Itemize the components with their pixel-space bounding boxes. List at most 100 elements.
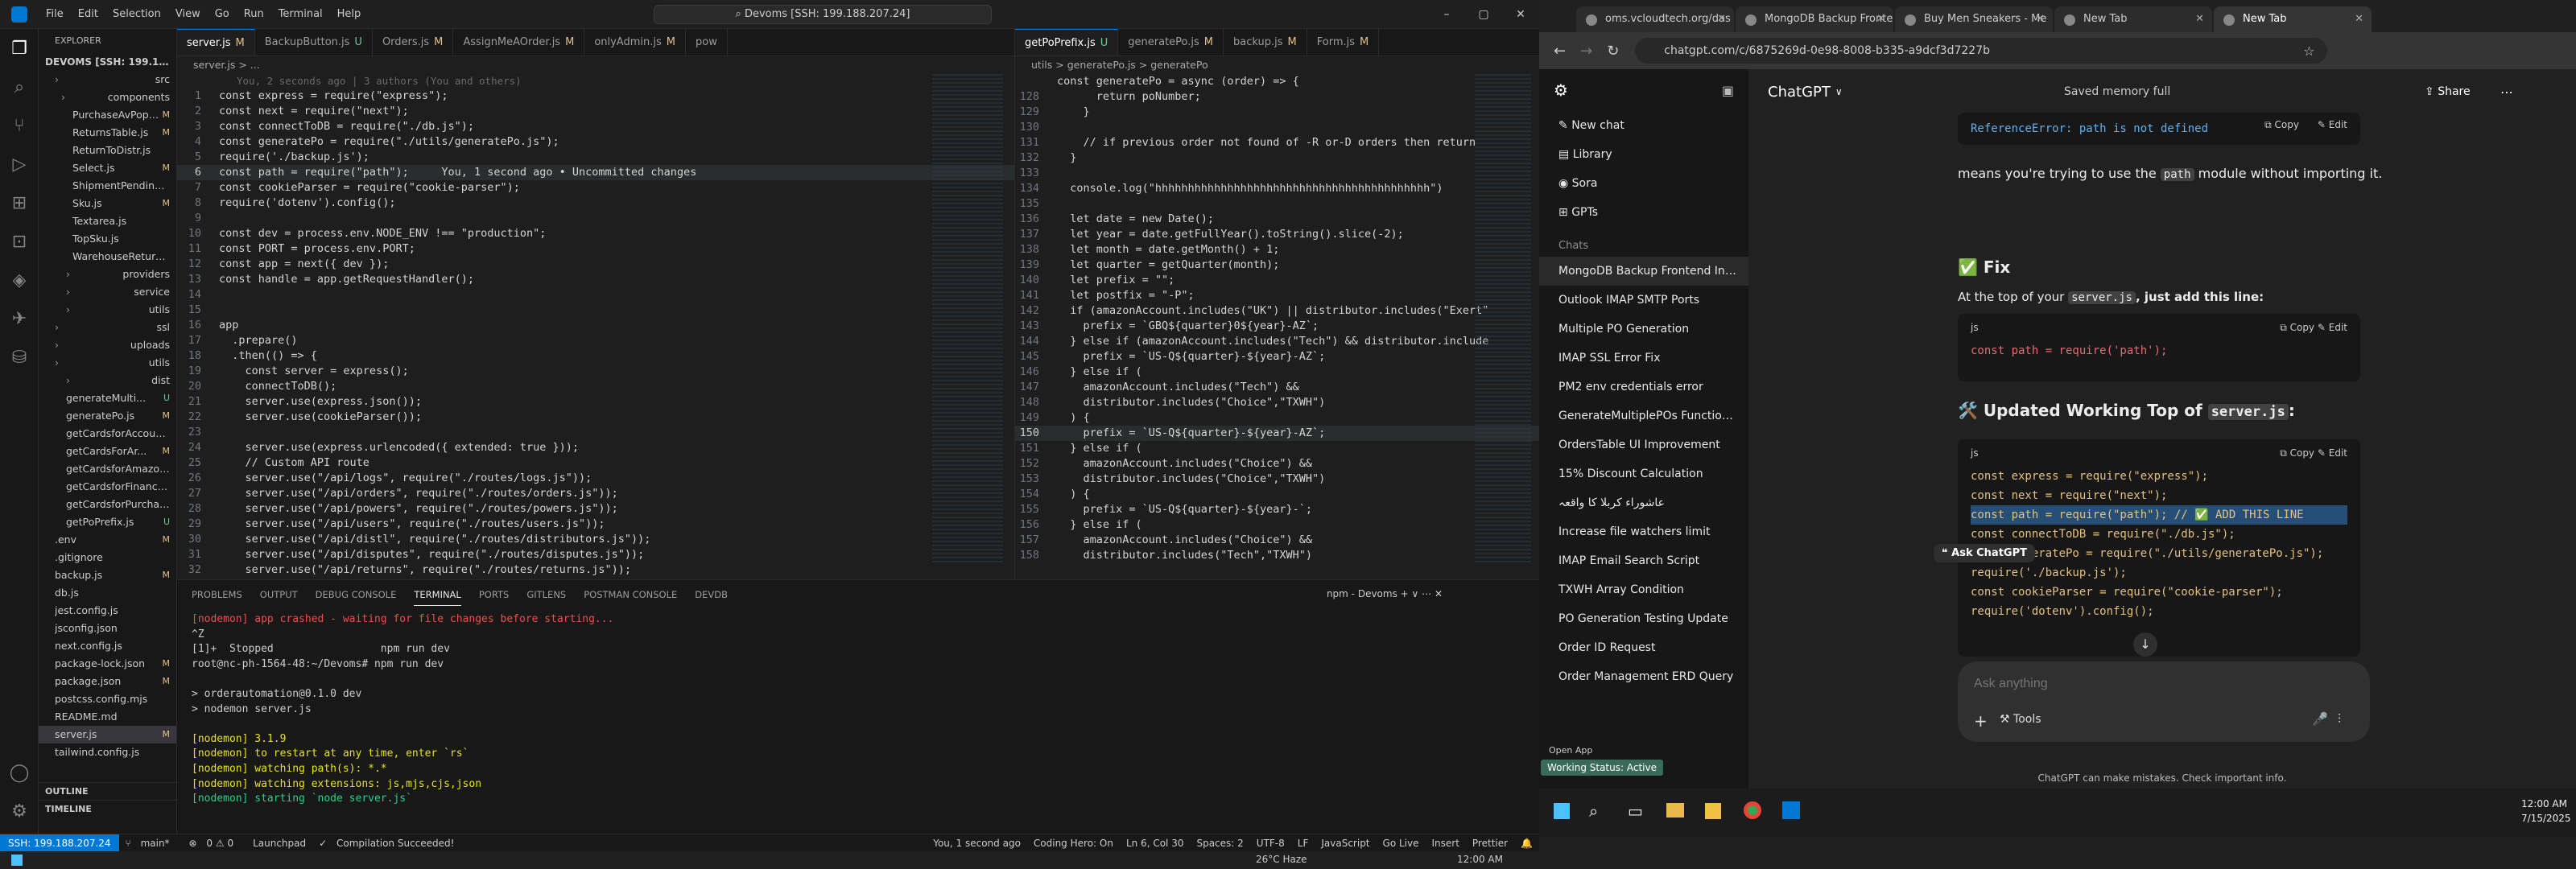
gear-icon[interactable]: ⚙ <box>0 792 39 830</box>
file-tree-item[interactable]: › utils <box>39 301 176 319</box>
openai-logo-icon[interactable]: ⚙ <box>1554 80 1568 100</box>
file-tree-item[interactable]: tailwind.config.js <box>39 743 176 761</box>
go-live[interactable]: Go Live <box>1383 838 1419 849</box>
file-tree-item[interactable]: › components <box>39 89 176 106</box>
file-tree-item[interactable]: package-lock.json M <box>39 655 176 673</box>
compile-status[interactable]: ✓ Compilation Succeeded! <box>319 838 460 849</box>
file-tree-item[interactable]: jsconfig.json <box>39 620 176 637</box>
back-icon[interactable]: ← <box>1554 43 1566 60</box>
source-control-icon[interactable]: ⑂ <box>0 106 39 145</box>
gitlens-icon[interactable]: ◈ <box>0 261 39 299</box>
chat-history-item[interactable]: 15% Discount Calculation <box>1539 459 1748 488</box>
insert-mode[interactable]: Insert <box>1431 838 1459 849</box>
file-tree-item[interactable]: getCardsforFinance.js <box>39 478 176 496</box>
editor-tab[interactable]: AssignMeAOrder.js M <box>453 29 585 56</box>
close-icon[interactable]: ✕ <box>2195 6 2204 32</box>
file-tree-item[interactable]: server.js M <box>39 726 176 743</box>
chat-history-item[interactable]: GenerateMultiplePOs Function ... <box>1539 402 1748 430</box>
chat-history-item[interactable]: Increase file watchers limit <box>1539 517 1748 546</box>
panel-tab[interactable]: POSTMAN CONSOLE <box>584 589 677 600</box>
menu-item[interactable]: Edit <box>71 8 105 20</box>
file-tree-item[interactable]: .gitignore <box>39 549 176 566</box>
file-tree-item[interactable]: › ssl <box>39 319 176 336</box>
file-tree-item[interactable]: backup.js M <box>39 566 176 584</box>
remote-explorer-icon[interactable]: ⊡ <box>0 222 39 261</box>
plus-icon[interactable]: + <box>1974 711 1988 731</box>
file-tree-item[interactable]: db.js <box>39 584 176 602</box>
coding-hero-status[interactable]: Coding Hero: On <box>1034 838 1113 849</box>
chat-history-item[interactable]: عاشوراء کربلا کا واقعہ <box>1539 488 1748 517</box>
copy-button[interactable]: ⧉ Copy <box>2280 322 2314 333</box>
tray-date[interactable]: 7/15/2025 <box>2521 813 2571 824</box>
chat-history-item[interactable]: Outlook IMAP SMTP Ports <box>1539 286 1748 315</box>
open-app-button[interactable]: Open App <box>1549 745 1592 756</box>
search-icon[interactable]: ⌕ <box>1589 801 1598 821</box>
chat-history-item[interactable]: Multiple PO Generation <box>1539 315 1748 344</box>
explorer-icon[interactable]: ❐ <box>0 29 39 68</box>
encoding[interactable]: UTF-8 <box>1257 838 1285 849</box>
sidebar-toggle-icon[interactable]: ▣ <box>1722 83 1734 98</box>
browser-tab[interactable]: oms.vcloudtech.org/das ✕ <box>1576 6 1734 32</box>
breadcrumb-right[interactable]: utils > generatePo.js > generatePo <box>1015 56 1539 74</box>
edit-button[interactable]: ✎ Edit <box>2318 322 2347 333</box>
model-selector[interactable]: ChatGPT <box>1768 84 1831 101</box>
chat-history-item[interactable]: IMAP SSL Error Fix <box>1539 344 1748 373</box>
extensions-icon[interactable]: ⊞ <box>0 183 39 222</box>
message-input[interactable] <box>1974 673 2312 695</box>
maximize-icon[interactable]: ▢ <box>1465 0 1502 29</box>
more-options-icon[interactable]: ⋯ <box>2500 84 2513 100</box>
file-tree-item[interactable]: › utils <box>39 354 176 372</box>
tray-time[interactable]: 12:00 AM <box>1457 854 1503 865</box>
tray-time[interactable]: 12:00 AM <box>2521 798 2567 809</box>
editor-tab[interactable]: generatePo.js M <box>1118 29 1224 56</box>
file-tree-item[interactable]: TopSku.js <box>39 230 176 248</box>
file-tree-item[interactable]: getCardsforPurchasi... <box>39 496 176 513</box>
minimap-right[interactable] <box>1475 74 1531 565</box>
editor-tab[interactable]: BackupButton.js U <box>255 29 373 56</box>
search-icon[interactable]: ⌕ <box>0 68 39 106</box>
panel-tab[interactable]: PORTS <box>479 589 509 600</box>
panel-tab[interactable]: DEVDB <box>695 589 728 600</box>
edit-button[interactable]: ✎ Edit <box>2318 119 2347 130</box>
file-tree-item[interactable]: Sku.js M <box>39 195 176 212</box>
chat-history-item[interactable]: OrdersTable UI Improvement <box>1539 430 1748 459</box>
close-icon[interactable]: ✕ <box>1717 6 1726 32</box>
menu-item[interactable]: File <box>39 8 71 20</box>
editor-tab[interactable]: backup.js M <box>1224 29 1307 56</box>
editor-tab[interactable]: onlyAdmin.js M <box>584 29 686 56</box>
browser-tab[interactable]: New Tab ✕ <box>2054 6 2212 32</box>
file-tree-item[interactable]: getPoPrefix.js U <box>39 513 176 531</box>
menu-item[interactable]: Terminal <box>271 8 330 20</box>
vscode-icon[interactable] <box>1782 801 1800 819</box>
file-tree-item[interactable]: ReturnsTable.js M <box>39 124 176 142</box>
chat-history-item[interactable]: TXWH Array Condition <box>1539 575 1748 604</box>
panel-tab[interactable]: PROBLEMS <box>192 589 242 600</box>
command-center[interactable]: ⌕ Devoms [SSH: 199.188.207.24] <box>654 5 992 24</box>
forward-icon[interactable]: → <box>1580 43 1592 60</box>
account-icon[interactable]: ◯ <box>0 753 39 792</box>
git-blame-status[interactable]: You, 1 second ago <box>933 838 1021 849</box>
windows-start-icon[interactable] <box>11 855 23 866</box>
browser-tab[interactable]: New Tab ✕ <box>2214 6 2372 32</box>
file-tree-item[interactable]: package.json M <box>39 673 176 690</box>
chrome-icon[interactable] <box>1744 801 1761 819</box>
postman-icon[interactable]: ✈ <box>0 299 39 338</box>
copy-button[interactable]: ⧉ Copy <box>2264 119 2299 131</box>
copy-button[interactable]: ⧉ Copy <box>2280 447 2314 459</box>
timeline-section[interactable]: TIMELINE <box>39 800 176 818</box>
menu-item[interactable]: Help <box>330 8 369 20</box>
panel-tab[interactable]: DEBUG CONSOLE <box>316 589 397 600</box>
editor-tab[interactable]: server.js M <box>177 29 255 56</box>
windows-start-icon[interactable] <box>1554 803 1570 819</box>
file-tree-item[interactable]: › providers <box>39 266 176 283</box>
file-tree-item[interactable]: › service <box>39 283 176 301</box>
breadcrumb[interactable]: server.js > ... <box>177 56 1014 74</box>
close-icon[interactable]: ✕ <box>2036 6 2045 32</box>
terminal-output[interactable]: [nodemon] app crashed - waiting for file… <box>192 612 1523 829</box>
chat-history-item[interactable]: Order ID Request <box>1539 633 1748 662</box>
panel-tab[interactable]: TERMINAL <box>414 589 461 606</box>
indentation[interactable]: Spaces: 2 <box>1196 838 1243 849</box>
chat-history-item[interactable]: IMAP Email Search Script <box>1539 546 1748 575</box>
language-mode[interactable]: JavaScript <box>1321 838 1369 849</box>
branch-indicator[interactable]: ⑂ main* <box>126 838 176 849</box>
